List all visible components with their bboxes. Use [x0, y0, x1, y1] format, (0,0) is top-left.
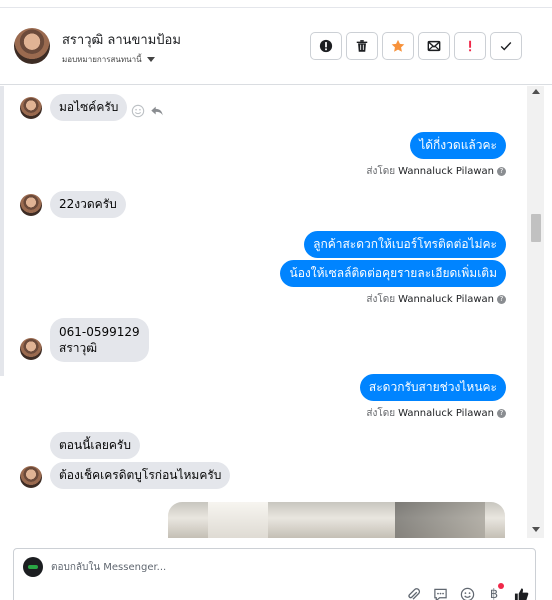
scroll-down-arrow-icon[interactable] [532, 527, 540, 532]
sent-by-label: ส่งโดย Wannaluck Pilawan ? [366, 406, 506, 421]
outgoing-message[interactable]: ได้กี่งวดแล้วคะ [410, 132, 506, 159]
incoming-message[interactable]: ต้องเช็คเครดิตบูโรก่อนไหมครับ [50, 462, 231, 489]
mark-unread-button[interactable] [418, 32, 450, 60]
photo-beam [208, 502, 268, 538]
help-icon[interactable]: ? [497, 167, 506, 176]
reply-icon[interactable] [150, 104, 164, 118]
spam-button[interactable] [454, 32, 486, 60]
assign-label: มอบหมายการสนทนานี้ [62, 55, 142, 64]
contact-avatar-small [20, 338, 42, 360]
star-button[interactable] [382, 32, 414, 60]
help-icon[interactable]: ? [497, 295, 506, 304]
trash-icon [356, 40, 368, 52]
scrollbar-thumb[interactable] [531, 214, 541, 242]
shared-photo[interactable] [168, 502, 505, 538]
composer-box: ฿ [13, 548, 536, 600]
photo-shadow [395, 502, 485, 538]
contact-avatar-small [20, 194, 42, 216]
incoming-message[interactable]: มอไซค์ครับ [50, 94, 128, 121]
outgoing-message[interactable]: สะดวกรับสายช่วงไหนคะ [359, 374, 506, 401]
conversation-header: สราวุฒิ ลานขามป้อม มอบหมายการสนทนานี้ [0, 9, 552, 85]
sent-by-prefix: ส่งโดย [366, 294, 396, 305]
sent-by-label: ส่งโดย Wannaluck Pilawan ? [366, 164, 506, 179]
done-button[interactable] [490, 32, 522, 60]
smiley-icon[interactable] [131, 104, 145, 118]
thumbs-up-icon [514, 587, 528, 600]
exclamation-circle-icon [319, 39, 333, 53]
caret-down-icon [146, 57, 155, 62]
sent-by-prefix: ส่งโดย [366, 166, 396, 177]
help-icon[interactable]: ? [497, 409, 506, 418]
top-bar [0, 0, 552, 8]
contact-avatar[interactable] [14, 28, 50, 64]
delete-button[interactable] [346, 32, 378, 60]
sent-by-label: ส่งโดย Wannaluck Pilawan ? [366, 292, 506, 307]
incoming-message[interactable]: 061-0599129 สราวุฒิ [50, 318, 149, 362]
sender-name: Wannaluck Pilawan [398, 166, 494, 177]
attach-button[interactable] [404, 585, 422, 600]
scroll-up-arrow-icon[interactable] [532, 89, 540, 94]
follow-up-button[interactable] [310, 32, 342, 60]
exclamation-icon [469, 40, 472, 52]
contact-name[interactable]: สราวุฒิ ลานขามป้อม [62, 29, 181, 50]
message-actions [131, 104, 164, 118]
phone-number: 061-0599129 [59, 325, 140, 339]
envelope-icon [427, 40, 441, 52]
left-border [0, 86, 4, 376]
reply-input[interactable] [51, 559, 451, 575]
composer-tools: ฿ [404, 583, 530, 600]
sender-name: Wannaluck Pilawan [398, 408, 494, 419]
contact-avatar-small [20, 466, 42, 488]
contact-avatar-small [20, 97, 42, 119]
incoming-message[interactable]: ตอนนี้เลยครับ [50, 432, 140, 459]
sender-name: Wannaluck Pilawan [398, 294, 494, 305]
like-button[interactable] [512, 585, 530, 600]
outgoing-message[interactable]: ลูกค้าสะดวกให้เบอร์โทรติดต่อไม่คะ [304, 231, 506, 258]
page-logo-icon [23, 557, 43, 577]
header-actions [310, 32, 522, 60]
chat-bubble-icon [433, 588, 447, 600]
smiley-icon [460, 587, 474, 600]
scrollbar[interactable] [527, 86, 544, 538]
composer-area: ฿ [0, 538, 552, 600]
paperclip-icon [407, 587, 420, 600]
star-icon [391, 39, 405, 52]
outgoing-message[interactable]: น้องให้เซลล์ติดต่อคุยรายละเอียดเพิ่มเติม [280, 260, 506, 287]
sent-by-prefix: ส่งโดย [366, 408, 396, 419]
emoji-button[interactable] [458, 585, 476, 600]
contact-first-name: สราวุฒิ [59, 341, 98, 355]
saved-replies-button[interactable] [431, 585, 449, 600]
check-icon [500, 42, 512, 51]
message-thread[interactable]: มอไซค์ครับ ได้กี่งวดแล้วคะ ส่งโดย Wannal… [0, 86, 552, 538]
baht-icon: ฿ [489, 586, 499, 600]
payment-button[interactable]: ฿ [485, 583, 504, 600]
notification-dot [498, 583, 504, 589]
incoming-message[interactable]: 22งวดครับ [50, 191, 126, 218]
assign-conversation-dropdown[interactable]: มอบหมายการสนทนานี้ [62, 53, 155, 66]
